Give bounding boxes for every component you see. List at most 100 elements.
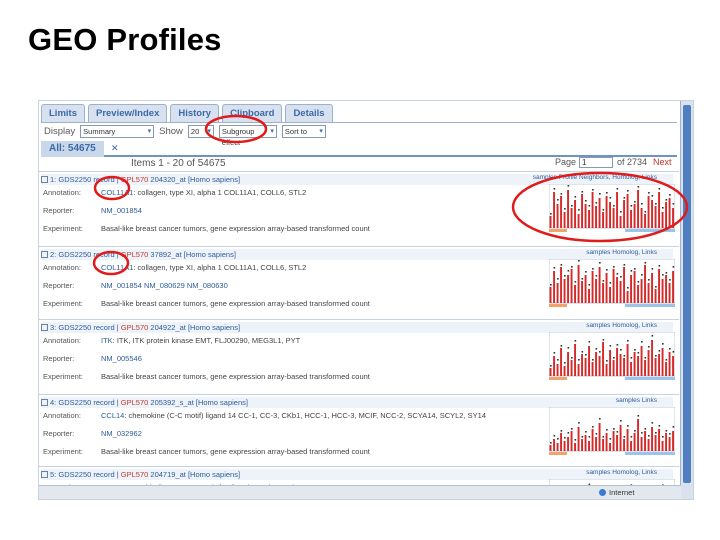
expression-profile-chart[interactable] (549, 259, 675, 309)
gpl-link[interactable]: GPL570 (121, 398, 149, 407)
expression-bar (584, 435, 587, 451)
record-number: 2: (50, 250, 57, 259)
record-tools[interactable]: samples Homolog, Links (586, 249, 657, 256)
tab-clipboard[interactable]: Clipboard (222, 104, 283, 122)
rank-marker (672, 203, 675, 205)
annotation-row: Annotation: CCL14: chemokine (C-C motif) … (43, 411, 486, 420)
show-select[interactable]: 20 (187, 125, 214, 138)
gpl-link[interactable]: GPL570 (121, 250, 149, 259)
tab-details[interactable]: Details (285, 104, 333, 122)
tab-preview-index[interactable]: Preview/Index (87, 104, 168, 122)
expression-bar (616, 277, 619, 303)
rank-marker (574, 281, 577, 283)
rank-marker (606, 360, 608, 362)
rank-marker (585, 354, 587, 356)
rank-marker (655, 432, 657, 434)
rank-marker (634, 268, 636, 270)
tab-history[interactable]: History (170, 104, 220, 122)
reporter-label: Reporter: (43, 281, 75, 290)
experiment-row: Experiment: Basal-like breast cancer tumo… (43, 224, 370, 233)
next-page-link[interactable]: Next (653, 157, 672, 167)
expression-bar (598, 356, 601, 376)
record-link[interactable]: record (93, 175, 114, 184)
reporter-link[interactable]: NM_032962 (101, 429, 142, 438)
record-tools[interactable]: samples Profile Neighbors, Homolog, Link… (533, 174, 657, 181)
rank-marker (641, 274, 643, 276)
record-link[interactable]: record (93, 250, 114, 259)
rank-marker (613, 357, 615, 359)
gene-symbol-link[interactable]: COL11A1 (101, 188, 133, 197)
gds-link[interactable]: GDS2250 (58, 175, 91, 184)
record-link[interactable]: record (93, 398, 114, 407)
expression-bar (598, 267, 601, 303)
rank-marker (616, 344, 619, 346)
record-tools[interactable]: samples Homolog, Links (586, 322, 657, 329)
expression-profile-chart[interactable] (549, 332, 675, 382)
sort-select[interactable]: Sort to (281, 125, 326, 138)
rank-marker (585, 431, 587, 433)
record-tools[interactable]: samples Links (616, 397, 657, 404)
gds-link[interactable]: GDS2250 (58, 323, 91, 332)
expression-bar (619, 425, 622, 451)
rank-marker (581, 351, 584, 353)
record-checkbox[interactable] (41, 471, 48, 478)
expression-bar (616, 348, 619, 376)
record-link[interactable]: record (93, 470, 114, 479)
expression-bar (588, 346, 591, 376)
scrollbar[interactable] (680, 101, 693, 499)
subgroup-effect-select[interactable]: Subgroup effect (218, 125, 277, 147)
reporter-link[interactable]: NM_005546 (101, 354, 142, 363)
record-checkbox[interactable] (41, 324, 48, 331)
internet-zone: Internet (599, 486, 634, 499)
rank-marker (564, 275, 566, 277)
gpl-link[interactable]: GPL570 (121, 175, 149, 184)
rank-marker (627, 425, 629, 427)
expression-bar (661, 212, 664, 228)
reporter-link[interactable]: NM_001854 NM_080629 NM_080630 (101, 281, 228, 290)
rank-marker (592, 189, 594, 191)
display-select[interactable]: Summary (80, 125, 155, 138)
expression-profile-chart[interactable] (549, 184, 675, 234)
all-results-tab[interactable]: All: 54675 (41, 141, 104, 157)
tab-limits[interactable]: Limits (41, 104, 85, 122)
items-range: Items 1 - 20 of 54675 (131, 158, 226, 169)
expression-bar (605, 433, 608, 451)
rank-marker (574, 196, 577, 198)
reporter-link[interactable]: NM_001854 (101, 206, 142, 215)
annotation-label: Annotation: (43, 336, 81, 345)
gpl-link[interactable]: GPL570 (121, 470, 149, 479)
gds-link[interactable]: GDS2250 (58, 250, 91, 259)
expression-profile-chart[interactable] (549, 407, 675, 457)
reporter-row: Reporter: NM_032962 (43, 429, 142, 438)
rank-marker (662, 436, 664, 438)
expression-bar (570, 208, 573, 228)
gds-link[interactable]: GDS2250 (58, 398, 91, 407)
rank-marker (571, 428, 573, 430)
record-tools[interactable]: samples Homolog, Links (586, 469, 657, 476)
record-link[interactable]: record (93, 323, 114, 332)
rank-marker (623, 264, 626, 266)
close-icon[interactable]: ✕ (111, 143, 119, 154)
gds-link[interactable]: GDS2250 (58, 470, 91, 479)
rank-marker (602, 339, 605, 341)
gene-symbol-link[interactable]: COL11A1 (101, 263, 133, 272)
record-checkbox[interactable] (41, 399, 48, 406)
expression-bar (647, 283, 650, 303)
page-input[interactable]: 1 (579, 157, 613, 168)
scroll-thumb[interactable] (683, 105, 691, 483)
gene-symbol-link[interactable]: CCL14 (101, 411, 124, 420)
rank-marker (560, 193, 563, 195)
gene-symbol-link[interactable]: ITK (101, 336, 113, 345)
subset-strip (625, 452, 675, 455)
expression-bar (658, 269, 661, 303)
rank-marker (637, 352, 640, 354)
record-checkbox[interactable] (41, 251, 48, 258)
rank-marker (662, 343, 664, 345)
gpl-link[interactable]: GPL570 (121, 323, 149, 332)
record-checkbox[interactable] (41, 176, 48, 183)
reporter-row: Reporter: NM_005546 (43, 354, 142, 363)
expression-bar (654, 289, 657, 303)
rank-marker (602, 280, 605, 282)
rank-marker (578, 260, 580, 262)
expression-bar (595, 279, 598, 303)
